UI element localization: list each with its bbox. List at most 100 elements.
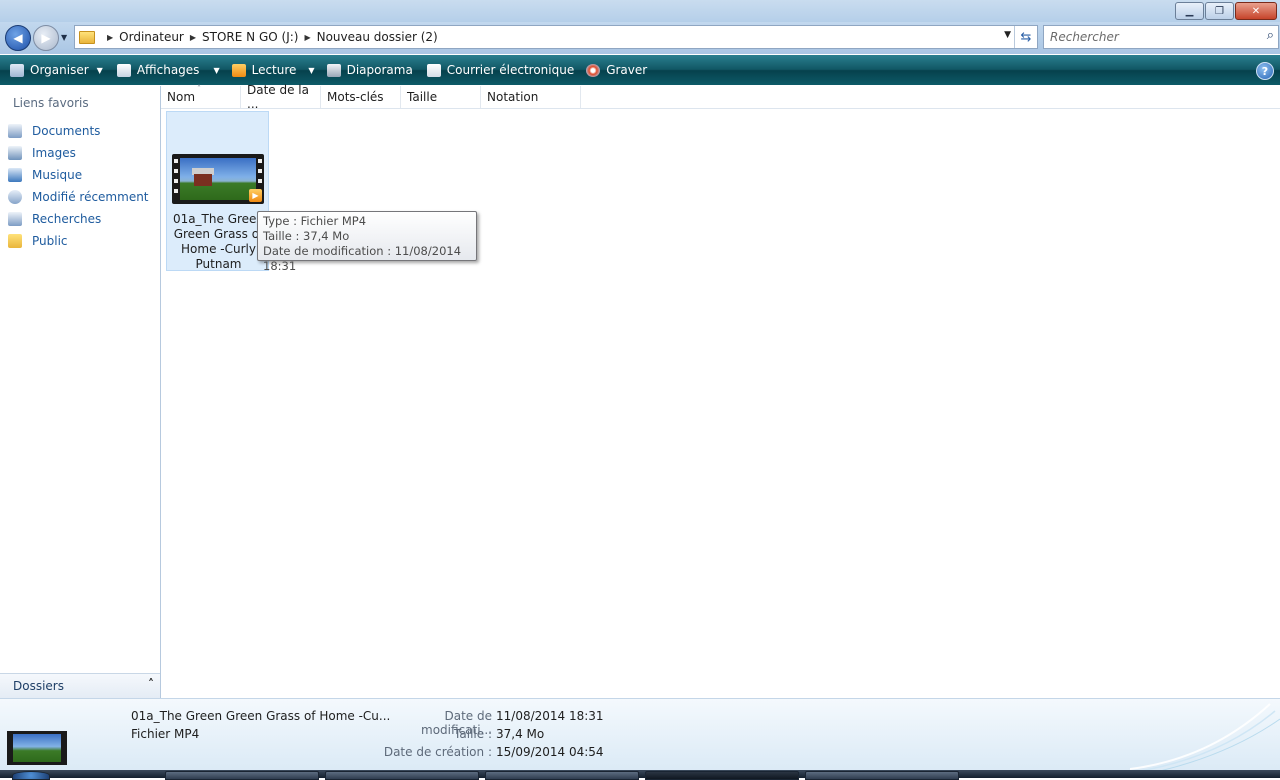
column-size[interactable]: Taille	[401, 86, 481, 108]
forward-arrow-icon: ▶	[41, 31, 51, 45]
favorite-documents[interactable]: Documents	[8, 120, 149, 142]
chevron-right-icon[interactable]: ▶	[190, 33, 196, 42]
views-button[interactable]: Affichages ▼	[116, 58, 220, 82]
folder-icon	[8, 234, 22, 248]
tooltip-type: Type : Fichier MP4	[263, 214, 367, 228]
start-button[interactable]	[12, 771, 50, 780]
close-button[interactable]: ✕	[1235, 2, 1277, 20]
film-perforation	[174, 189, 178, 193]
file-name: 01a_The Green Green Grass of Home -Curly…	[167, 212, 270, 272]
music-icon	[8, 168, 22, 182]
recent-places-icon	[8, 190, 22, 204]
favorite-music[interactable]: Musique	[8, 164, 149, 186]
refresh-button[interactable]: ⇆	[1014, 26, 1037, 48]
slideshow-label: Diaporama	[346, 63, 413, 77]
favorite-label: Images	[32, 146, 76, 160]
favorites-heading: Liens favoris	[13, 96, 89, 110]
favorite-label: Recherches	[32, 212, 102, 226]
folders-label: Dossiers	[13, 679, 64, 693]
slideshow-button[interactable]: Diaporama	[326, 58, 413, 82]
column-rating[interactable]: Notation	[481, 86, 581, 108]
burn-label: Graver	[606, 63, 648, 77]
navigation-pane: Liens favoris Documents Images Musique M…	[0, 86, 161, 698]
address-dropdown-icon[interactable]: ▼	[1004, 30, 1011, 40]
film-perforation	[258, 179, 262, 183]
forward-button[interactable]: ▶	[33, 25, 59, 51]
file-list-pane: Nom ˄ Date de la ... Mots-clés Taille No…	[161, 83, 1280, 698]
email-icon	[426, 63, 441, 77]
search-box[interactable]: ⌕	[1043, 25, 1279, 49]
folder-icon	[79, 30, 95, 44]
chevron-down-icon: ▼	[96, 65, 103, 75]
favorite-images[interactable]: Images	[8, 142, 149, 164]
details-file-type: Fichier MP4	[131, 727, 200, 741]
back-button[interactable]: ◀	[5, 25, 31, 51]
column-size-label: Taille	[407, 90, 438, 104]
slideshow-icon	[326, 63, 341, 77]
taskbar-button-active[interactable]	[645, 771, 799, 780]
film-perforation	[258, 169, 262, 173]
thumbnail-scene	[13, 734, 61, 762]
taskbar-button[interactable]	[325, 771, 479, 780]
back-arrow-icon: ◀	[13, 31, 23, 45]
history-dropdown-icon[interactable]: ▼	[61, 33, 67, 42]
address-bar[interactable]: ▶ Ordinateur ▶ STORE N GO (J:) ▶ Nouveau…	[74, 25, 1038, 49]
column-tags[interactable]: Mots-clés	[321, 86, 401, 108]
favorite-recent[interactable]: Modifié récemment	[8, 186, 149, 208]
chevron-up-icon[interactable]: ˄	[148, 677, 154, 691]
burn-button[interactable]: Graver	[586, 58, 647, 82]
help-icon[interactable]: ?	[1256, 62, 1274, 80]
favorite-public[interactable]: Public	[8, 230, 149, 252]
play-button[interactable]: Lecture ▼	[231, 58, 315, 82]
organize-button[interactable]: Organiser ▼	[10, 58, 103, 82]
column-name[interactable]: Nom ˄	[161, 84, 241, 108]
thumbnail-scene	[180, 158, 256, 200]
details-size-label: Taille :	[454, 727, 492, 741]
folders-toggle-bar[interactable]: Dossiers ˄	[0, 673, 160, 698]
chevron-right-icon[interactable]: ▶	[107, 33, 113, 42]
column-headers: Nom ˄ Date de la ... Mots-clés Taille No…	[161, 83, 1280, 111]
chevron-right-icon[interactable]: ▶	[304, 33, 310, 42]
favorite-label: Public	[32, 234, 68, 248]
breadcrumb-computer[interactable]: Ordinateur	[119, 30, 184, 44]
organize-icon	[10, 63, 24, 77]
maximize-button[interactable]: ❐	[1205, 2, 1234, 20]
file-name-line: 01a_The Green	[172, 212, 265, 226]
tooltip-date: Date de modification : 11/08/2014 18:31	[263, 244, 462, 273]
file-name-line: Green Grass of	[173, 227, 264, 241]
sort-ascending-icon: ˄	[197, 84, 201, 93]
details-pane: 01a_The Green Green Grass of Home -Cu...…	[0, 698, 1280, 771]
searches-icon	[8, 212, 22, 226]
tooltip-size: Taille : 37,4 Mo	[263, 229, 350, 243]
film-perforation	[174, 159, 178, 163]
search-input[interactable]	[1048, 29, 1257, 45]
details-modified-value: 11/08/2014 18:31	[496, 709, 604, 723]
taskbar	[0, 770, 1280, 780]
details-thumbnail	[7, 731, 67, 765]
refresh-icon: ⇆	[1020, 29, 1032, 45]
breadcrumb-folder[interactable]: Nouveau dossier (2)	[317, 30, 438, 44]
organize-label: Organiser	[30, 63, 89, 77]
column-rating-label: Notation	[487, 90, 539, 104]
chevron-down-icon: ▼	[308, 65, 315, 75]
email-button[interactable]: Courrier électronique	[426, 58, 574, 82]
details-size-value: 37,4 Mo	[496, 727, 545, 741]
column-date[interactable]: Date de la ...	[241, 83, 321, 111]
taskbar-button[interactable]	[805, 771, 959, 780]
taskbar-button[interactable]	[485, 771, 639, 780]
favorite-searches[interactable]: Recherches	[8, 208, 149, 230]
details-file-name: 01a_The Green Green Grass of Home -Cu...	[131, 709, 391, 723]
column-name-label: Nom	[167, 90, 196, 104]
chevron-down-icon: ▼	[213, 65, 220, 75]
breadcrumb-drive[interactable]: STORE N GO (J:)	[202, 30, 298, 44]
details-created-value: 15/09/2014 04:54	[496, 745, 604, 759]
minimize-button[interactable]: ▁	[1175, 2, 1204, 20]
search-icon[interactable]: ⌕	[1267, 28, 1274, 43]
thumbnail-barn	[194, 174, 212, 186]
favorites-list: Documents Images Musique Modifié récemme…	[8, 120, 149, 252]
command-bar: Organiser ▼ Affichages ▼ Lecture ▼ Diapo…	[0, 55, 1280, 85]
film-perforation	[258, 159, 262, 163]
file-item-video[interactable]: ▶ 01a_The Green Green Grass of Home -Cur…	[166, 111, 269, 271]
taskbar-button[interactable]	[165, 771, 319, 780]
favorite-label: Musique	[32, 168, 83, 182]
